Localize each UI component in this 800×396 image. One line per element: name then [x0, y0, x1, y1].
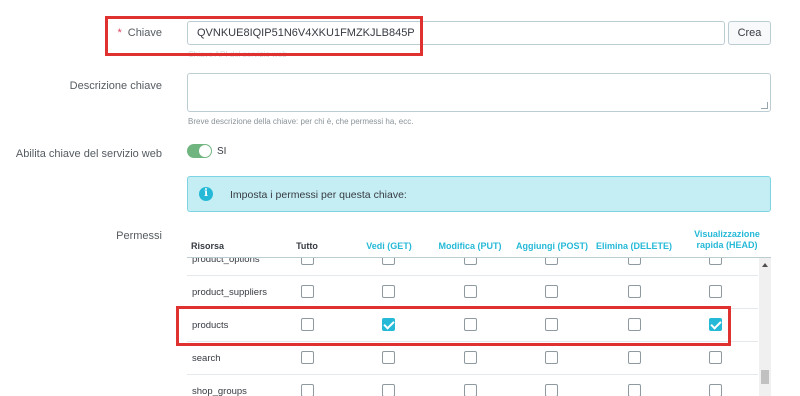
col-header-put[interactable]: Modifica (PUT) — [434, 241, 506, 252]
checkbox-all[interactable] — [301, 384, 314, 396]
enable-toggle[interactable] — [187, 144, 212, 158]
checkbox-get[interactable] — [382, 318, 395, 331]
checkbox-all[interactable] — [301, 258, 314, 265]
permissions-table: Risorsa Tutto Vedi (GET) Modifica (PUT) … — [187, 226, 771, 396]
table-row: product_suppliers — [187, 276, 758, 309]
checkbox-post[interactable] — [545, 351, 558, 364]
col-header-get[interactable]: Vedi (GET) — [359, 241, 419, 252]
checkbox-put[interactable] — [464, 258, 477, 265]
checkbox-put[interactable] — [464, 285, 477, 298]
table-scrollbar[interactable] — [759, 258, 771, 396]
checkbox-delete[interactable] — [628, 318, 641, 331]
checkbox-head[interactable] — [709, 258, 722, 265]
checkbox-head[interactable] — [709, 384, 722, 396]
checkbox-post[interactable] — [545, 384, 558, 396]
checkbox-get[interactable] — [382, 285, 395, 298]
checkbox-delete[interactable] — [628, 384, 641, 396]
col-header-delete[interactable]: Elimina (DELETE) — [593, 241, 675, 252]
checkbox-put[interactable] — [464, 351, 477, 364]
checkbox-delete[interactable] — [628, 258, 641, 265]
info-icon: i — [199, 187, 213, 201]
checkbox-get[interactable] — [382, 384, 395, 396]
enable-toggle-label: SI — [217, 146, 227, 157]
resource-name: shop_groups — [192, 386, 247, 396]
key-label-text: Chiave — [127, 27, 162, 39]
required-mark: * — [117, 27, 122, 39]
checkbox-all[interactable] — [301, 318, 314, 331]
col-header-resource: Risorsa — [191, 241, 225, 251]
checkbox-post[interactable] — [545, 318, 558, 331]
info-text: Imposta i permessi per questa chiave: — [230, 189, 407, 201]
resource-name: product_suppliers — [192, 287, 267, 298]
toggle-knob — [199, 145, 211, 157]
checkbox-all[interactable] — [301, 285, 314, 298]
table-row: products — [187, 309, 758, 342]
resource-name: search — [192, 353, 221, 364]
create-key-button[interactable]: Crea — [728, 21, 771, 45]
table-header: Risorsa Tutto Vedi (GET) Modifica (PUT) … — [187, 226, 771, 258]
description-help-text: Breve descrizione della chiave: per chi … — [188, 117, 414, 126]
checkbox-put[interactable] — [464, 384, 477, 396]
checkbox-get[interactable] — [382, 351, 395, 364]
key-label: * Chiave — [110, 27, 162, 39]
enable-label: Abilita chiave del servizio web — [15, 148, 162, 160]
description-textarea[interactable] — [187, 73, 771, 112]
table-body: product_options product_suppliers produc… — [187, 258, 758, 396]
col-header-post[interactable]: Aggiungi (POST) — [513, 241, 591, 252]
checkbox-put[interactable] — [464, 318, 477, 331]
col-header-all[interactable]: Tutto — [287, 241, 327, 252]
checkbox-post[interactable] — [545, 285, 558, 298]
description-label: Descrizione chiave — [69, 80, 162, 92]
checkbox-delete[interactable] — [628, 285, 641, 298]
checkbox-post[interactable] — [545, 258, 558, 265]
checkbox-head[interactable] — [709, 351, 722, 364]
checkbox-all[interactable] — [301, 351, 314, 364]
permissions-label: Permessi — [116, 230, 162, 242]
resource-name: products — [192, 320, 229, 331]
key-help-text: Chiave API del servizio web — [188, 50, 287, 59]
table-row: shop_groups — [187, 375, 758, 396]
checkbox-delete[interactable] — [628, 351, 641, 364]
scroll-thumb[interactable] — [761, 370, 769, 384]
api-key-input[interactable] — [187, 21, 725, 45]
checkbox-get[interactable] — [382, 258, 395, 265]
checkbox-head[interactable] — [709, 318, 722, 331]
checkbox-head[interactable] — [709, 285, 722, 298]
resource-name: product_options — [192, 258, 260, 265]
table-row: search — [187, 342, 758, 375]
resize-handle-icon[interactable] — [761, 102, 768, 109]
scroll-up-icon[interactable] — [762, 263, 768, 267]
col-header-head[interactable]: Visualizzazione rapida (HEAD) — [692, 229, 762, 251]
permissions-info-alert: i Imposta i permessi per questa chiave: — [187, 176, 771, 212]
table-row: product_options — [187, 258, 758, 276]
